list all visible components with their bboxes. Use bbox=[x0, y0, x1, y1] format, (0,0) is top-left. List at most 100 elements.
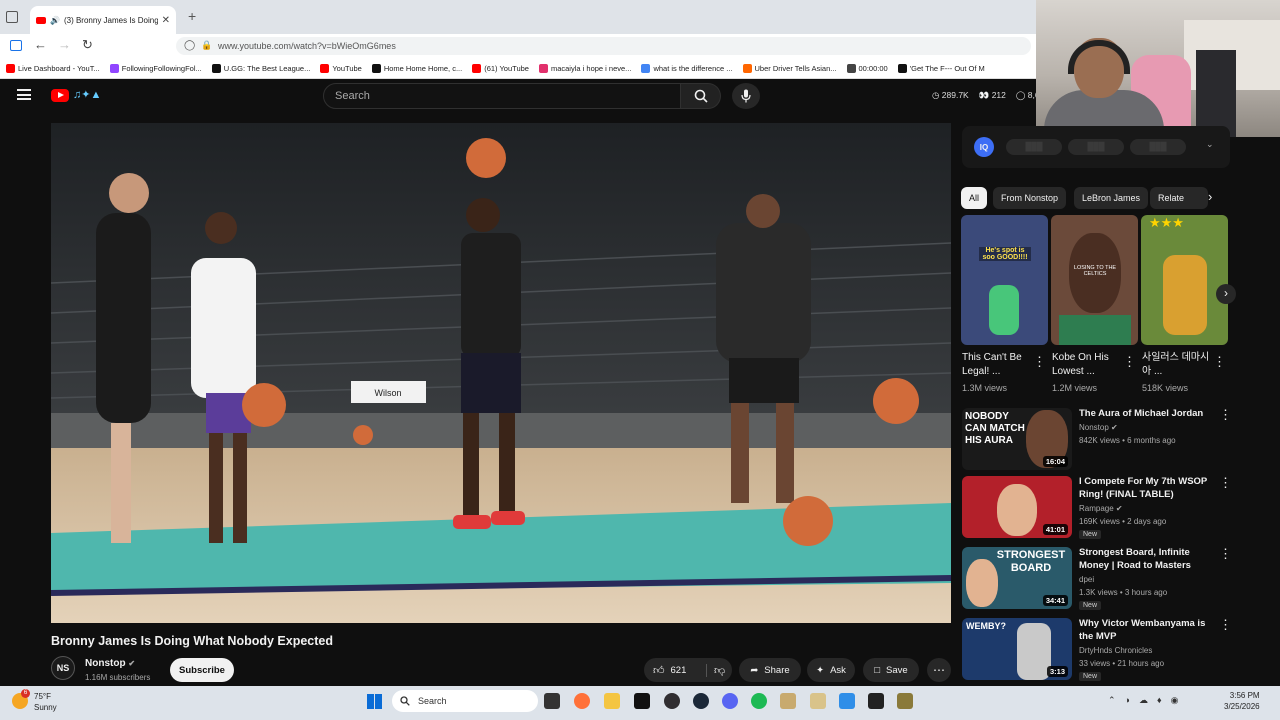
video-channel[interactable]: Nonstop ✔ bbox=[1079, 423, 1118, 432]
recommended-video[interactable]: NOBODY CAN MATCH HIS AURA 16:04 The Aura… bbox=[962, 408, 1232, 470]
bookmark-item[interactable]: 00:00:00 bbox=[846, 63, 888, 73]
file-explorer-icon[interactable] bbox=[604, 693, 620, 709]
game-launcher-icon[interactable] bbox=[810, 693, 826, 709]
menu-icon[interactable] bbox=[17, 89, 31, 100]
audio-icon[interactable]: 🔊 bbox=[50, 16, 60, 25]
system-tray-icons[interactable]: ⌃◑☁♦◉ bbox=[1108, 695, 1187, 706]
video-channel[interactable]: Rampage ✔ bbox=[1079, 504, 1123, 513]
bookmark-item[interactable]: U.GG: The Best League... bbox=[211, 63, 310, 73]
short-thumbnail[interactable]: ★★★ bbox=[1141, 215, 1228, 345]
bookmark-item[interactable]: Live Dashboard - YouT... bbox=[6, 63, 100, 73]
chip-lebron-james[interactable]: LeBron James bbox=[1074, 187, 1149, 209]
voice-search-button[interactable] bbox=[732, 83, 760, 109]
word-app-icon[interactable] bbox=[897, 693, 913, 709]
ad-logo-icon[interactable]: IQ bbox=[974, 137, 994, 157]
start-icon[interactable] bbox=[367, 694, 382, 709]
tab-close-icon[interactable]: ✕ bbox=[162, 15, 170, 26]
youtube-logo-icon[interactable] bbox=[51, 89, 69, 102]
bookmark-item[interactable]: (61) YouTube bbox=[472, 63, 529, 73]
site-info-icon[interactable]: ◯ bbox=[184, 40, 195, 51]
filter-chips: All From Nonstop LeBron James Relate › bbox=[961, 187, 1231, 209]
short-title[interactable]: This Can't Be Legal! ... bbox=[962, 351, 1032, 379]
verified-icon: ✔ bbox=[1115, 504, 1123, 513]
forward-icon[interactable]: → bbox=[58, 37, 71, 52]
bookmark-item[interactable]: 'Get The F--- Out Of M bbox=[897, 63, 985, 73]
ad-pill-1[interactable]: ███ bbox=[1006, 139, 1062, 155]
search-button[interactable] bbox=[681, 83, 721, 109]
reload-icon[interactable]: ↻ bbox=[82, 37, 93, 53]
share-button[interactable]: ➦ Share bbox=[739, 658, 801, 682]
vscode-icon[interactable] bbox=[839, 693, 855, 709]
bookmark-label: YouTube bbox=[332, 63, 362, 73]
chips-next-icon[interactable]: › bbox=[1208, 189, 1212, 204]
video-menu-icon[interactable]: ⋮ bbox=[1219, 408, 1232, 421]
new-tab-button[interactable]: + bbox=[188, 8, 196, 24]
taskbar-search[interactable]: Search bbox=[392, 690, 538, 712]
task-view-icon[interactable] bbox=[544, 693, 560, 709]
recommended-video[interactable]: STRONGEST BOARD 34:41 Strongest Board, I… bbox=[962, 546, 1232, 610]
chip-related[interactable]: Relate bbox=[1150, 187, 1208, 209]
like-count[interactable]: 621 bbox=[671, 665, 687, 676]
short-title[interactable]: Kobe On His Lowest ... bbox=[1052, 351, 1122, 379]
video-title[interactable]: The Aura of Michael Jordan bbox=[1079, 407, 1217, 420]
subscribe-button[interactable]: Subscribe bbox=[170, 658, 234, 682]
video-thumbnail[interactable]: NOBODY CAN MATCH HIS AURA 16:04 bbox=[962, 408, 1072, 470]
recommended-video[interactable]: 41:01 I Compete For My 7th WSOP Ring! (F… bbox=[962, 475, 1232, 539]
chip-all[interactable]: All bbox=[961, 187, 988, 209]
more-actions-button[interactable]: ⋯ bbox=[927, 658, 951, 682]
spotify-icon[interactable] bbox=[751, 693, 767, 709]
taskbar-clock[interactable]: 3:56 PM 3/25/2026 bbox=[1224, 690, 1260, 712]
video-menu-icon[interactable]: ⋮ bbox=[1219, 618, 1232, 631]
bookmark-item[interactable]: macaiyla i hope i neve... bbox=[538, 63, 631, 73]
browser-tab-active[interactable]: 🔊 (3) Bronny James Is Doing W ✕ bbox=[30, 6, 176, 34]
firefox-icon[interactable] bbox=[574, 693, 590, 709]
like-icon[interactable]: 👍︎ bbox=[653, 664, 665, 677]
obs-icon[interactable] bbox=[664, 693, 680, 709]
video-thumbnail[interactable]: STRONGEST BOARD 34:41 bbox=[962, 547, 1072, 609]
video-title[interactable]: Strongest Board, Infinite Money | Road t… bbox=[1079, 546, 1217, 572]
ad-expand-icon[interactable]: ⌄ bbox=[1206, 139, 1214, 150]
video-thumbnail[interactable]: WEMBY? 3:13 bbox=[962, 618, 1072, 680]
bookmark-item[interactable]: Uber Driver Tells Asian... bbox=[742, 63, 837, 73]
video-player[interactable]: Wilson bbox=[51, 123, 951, 623]
video-menu-icon[interactable]: ⋮ bbox=[1219, 476, 1232, 489]
ask-button[interactable]: ✦ Ask bbox=[807, 658, 855, 682]
channel-avatar[interactable]: NS bbox=[51, 656, 75, 680]
short-thumbnail[interactable]: LOSING TO THE CELTICS bbox=[1051, 215, 1138, 345]
sidebar-toggle-icon[interactable] bbox=[10, 40, 22, 51]
save-button[interactable]: □ Save bbox=[863, 658, 919, 682]
new-badge: New bbox=[1079, 530, 1102, 539]
url-field[interactable]: ◯ 🔒 www.youtube.com/watch?v=bWieOmG6mes bbox=[176, 37, 1031, 55]
back-icon[interactable]: ← bbox=[34, 37, 47, 52]
short-thumbnail[interactable]: He's spot is soo GOOD!!!! bbox=[961, 215, 1048, 345]
video-thumbnail[interactable]: 41:01 bbox=[962, 476, 1072, 538]
bookmark-item[interactable]: what is the difference ... bbox=[641, 63, 733, 73]
ad-pill-3[interactable]: ███ bbox=[1130, 139, 1186, 155]
channel-name[interactable]: Nonstop ✔ bbox=[85, 658, 135, 669]
recommended-video[interactable]: WEMBY? 3:13 Why Victor Wembanyama is the… bbox=[962, 617, 1232, 681]
shorts-next-icon[interactable]: › bbox=[1216, 284, 1236, 304]
bookmark-item[interactable]: YouTube bbox=[320, 63, 362, 73]
short-title[interactable]: 사일러스 데마시아 ... bbox=[1142, 351, 1212, 379]
steam-icon[interactable] bbox=[693, 693, 709, 709]
discord-icon[interactable] bbox=[722, 693, 738, 709]
x-app-icon[interactable] bbox=[634, 693, 650, 709]
tab-actions-icon[interactable] bbox=[6, 11, 18, 23]
short-menu-icon[interactable]: ⋮ bbox=[1123, 355, 1136, 368]
short-menu-icon[interactable]: ⋮ bbox=[1213, 355, 1226, 368]
video-title[interactable]: Why Victor Wembanyama is the MVP bbox=[1079, 617, 1217, 643]
notion-icon[interactable] bbox=[868, 693, 884, 709]
search-input[interactable]: Search bbox=[323, 83, 681, 109]
league-icon[interactable] bbox=[780, 693, 796, 709]
chip-from-nonstop[interactable]: From Nonstop bbox=[993, 187, 1067, 209]
video-channel[interactable]: dpei bbox=[1079, 575, 1094, 584]
video-channel[interactable]: DrtyHnds Chronicles bbox=[1079, 646, 1152, 655]
video-title[interactable]: I Compete For My 7th WSOP Ring! (FINAL T… bbox=[1079, 475, 1217, 501]
bookmark-item[interactable]: FollowingFollowingFol... bbox=[109, 63, 202, 73]
bookmark-item[interactable]: Home Home Home, c... bbox=[371, 63, 462, 73]
dislike-icon[interactable]: 👎︎ bbox=[706, 663, 725, 677]
weather-widget[interactable]: 6 75°F Sunny bbox=[12, 689, 72, 717]
ad-pill-2[interactable]: ███ bbox=[1068, 139, 1124, 155]
video-menu-icon[interactable]: ⋮ bbox=[1219, 547, 1232, 560]
short-menu-icon[interactable]: ⋮ bbox=[1033, 355, 1046, 368]
